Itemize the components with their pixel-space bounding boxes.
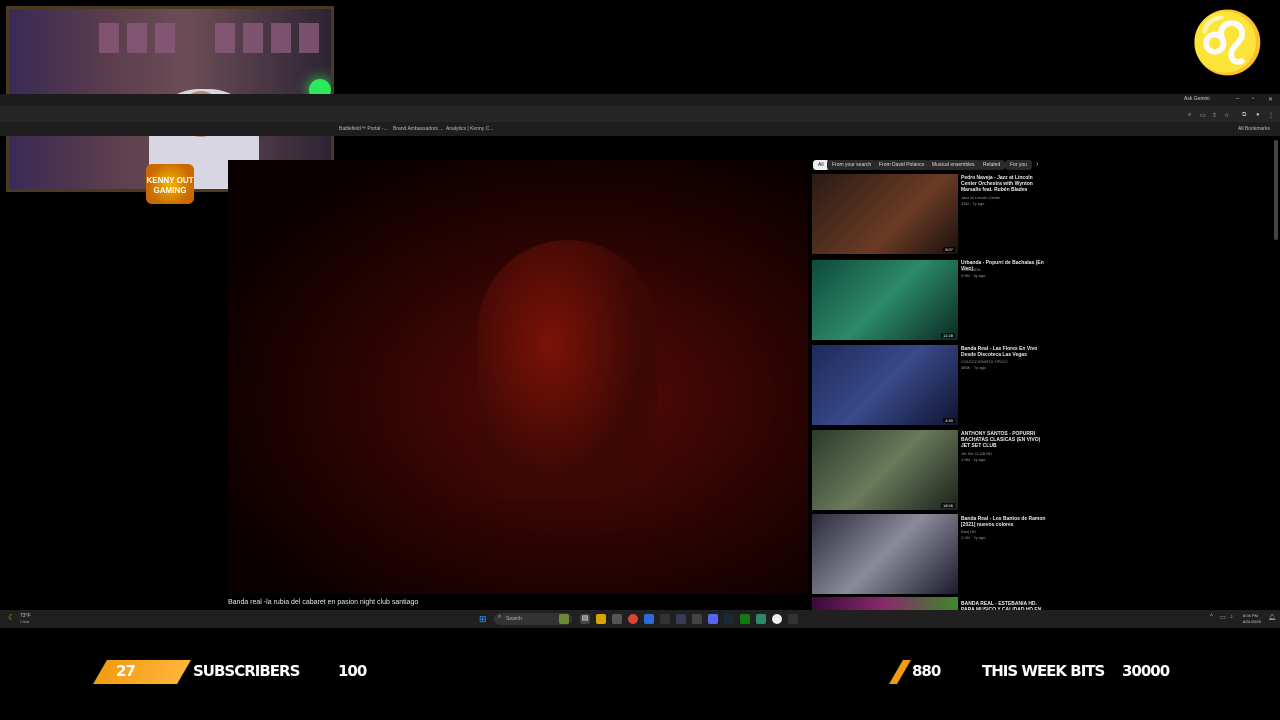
video-player[interactable] [228, 160, 808, 594]
wall-poster [215, 23, 235, 53]
chevron-right-icon[interactable]: › [1036, 161, 1038, 168]
rec-thumbnail[interactable] [812, 514, 958, 594]
rec-thumbnail[interactable]: 18:06 [812, 430, 958, 510]
taskbar-app-icon[interactable] [660, 614, 670, 624]
rec-channel[interactable]: Banj HD [961, 529, 976, 534]
rec-meta: 386K · 7y ago [961, 365, 986, 370]
chip-from-david-polanco[interactable]: From David Polanco [874, 160, 930, 170]
taskbar-app-icon[interactable] [692, 614, 702, 624]
rec-meta: 9.9M · 4y ago [961, 273, 986, 278]
bookmark-item[interactable]: Analytics | Kenny C... [446, 126, 493, 132]
discord-icon[interactable] [708, 614, 718, 624]
file-explorer-icon[interactable] [596, 614, 606, 624]
rec-duration: 18:06 [940, 503, 955, 508]
video-title: Banda real -la rubia del cabaret en pasi… [228, 599, 419, 606]
chip-from-your-search[interactable]: From your search [827, 160, 877, 170]
taskbar-app-icon[interactable] [676, 614, 686, 624]
lion-logo-icon: ♌ [1190, 9, 1265, 76]
share-icon[interactable]: ⇪ [1212, 112, 1217, 119]
wall-poster [243, 23, 263, 53]
taskbar-app-icon[interactable] [612, 614, 622, 624]
bits-label: THIS WEEK BITS [982, 662, 1105, 680]
bits-count: 880 [912, 662, 941, 680]
bits-goal: 30000 [1122, 662, 1170, 680]
notification-icon[interactable]: 🔔︎ [1268, 614, 1276, 621]
weather-icon[interactable]: ☾ [8, 613, 15, 622]
taskbar-app-icon[interactable] [644, 614, 654, 624]
weather-description[interactable]: Clear [20, 619, 30, 624]
rec-channel[interactable]: URBANDA [961, 267, 981, 272]
rec-duration: 4:50 [943, 418, 955, 423]
chrome-icon[interactable] [628, 614, 638, 624]
subscribers-count: 27 [116, 662, 136, 680]
minimize-icon[interactable]: – [1236, 96, 1239, 102]
rec-meta: 1.9M · 1y ago [961, 457, 986, 462]
chip-musical-ensembles[interactable]: Musical ensembles [927, 160, 980, 170]
task-view-icon[interactable]: ▤ [580, 614, 590, 624]
subscribers-goal: 100 [338, 662, 367, 680]
ask-gemini-button[interactable]: Ask Gemini [1184, 96, 1210, 102]
menu-icon[interactable]: ⋮ [1268, 112, 1274, 119]
bits-counter-bar [889, 660, 911, 684]
cast-icon[interactable]: ▭ [1200, 112, 1206, 119]
xbox-icon[interactable] [740, 614, 750, 624]
wall-poster [99, 23, 119, 53]
search-icon: ⌕ [498, 614, 502, 620]
rec-meta: 2.0M · 7y ago [961, 535, 986, 540]
tray-overflow-icon[interactable]: ^ [1210, 614, 1213, 620]
rec-title[interactable]: Banda Real - Las Flores En Vivo Desde Di… [961, 346, 1047, 358]
all-bookmarks-link[interactable]: All Bookmarks [1238, 126, 1270, 132]
rec-thumbnail[interactable] [812, 597, 958, 610]
channel-logo-badge: KENNY OUT GAMING [146, 164, 194, 204]
rec-thumbnail[interactable]: 4:50 [812, 345, 958, 425]
volume-icon[interactable]: ♪ [1230, 614, 1233, 620]
video-frame-singer [478, 240, 658, 500]
close-icon[interactable]: ✕ [1268, 96, 1273, 103]
rec-title[interactable]: BANDA REAL - ESTEBANIA HD. PARA MUSICO Y… [961, 601, 1047, 610]
windows-start-icon[interactable]: ⊞ [479, 614, 489, 624]
rec-title[interactable]: ANTHONY SANTOS - POPURRI BACHATAS CLASIC… [961, 431, 1047, 449]
rec-thumbnail[interactable]: 8:07 [812, 174, 958, 254]
rec-title[interactable]: Pedro Naveja - Jazz at Lincoln Center Or… [961, 175, 1047, 193]
bookmarks-bar [0, 122, 1280, 136]
wall-poster [127, 23, 147, 53]
rec-duration: 8:07 [943, 247, 955, 252]
bookmark-item[interactable]: Battlefield™ Portal -... [339, 126, 388, 132]
wall-poster [271, 23, 291, 53]
taskbar-app-icon[interactable] [788, 614, 798, 624]
maximize-icon[interactable]: ▫ [1252, 96, 1254, 102]
clock-time[interactable]: 8:04 PM [1243, 613, 1258, 618]
extensions-icon[interactable]: ⧉ [1242, 112, 1246, 119]
search-icon[interactable]: ⌕ [1188, 112, 1191, 119]
browser-tab-bar [0, 94, 1280, 106]
subscribers-counter-bar [93, 660, 191, 684]
rec-channel[interactable]: Jet Set CLUB RD [961, 451, 992, 456]
chip-related[interactable]: Related [978, 160, 1006, 170]
chip-for-you[interactable]: For you [1005, 160, 1032, 170]
clock-date[interactable]: 8/31/2025 [1243, 619, 1261, 624]
steam-icon[interactable] [724, 614, 734, 624]
rec-thumbnail[interactable]: 12:28 [812, 260, 958, 340]
profile-icon[interactable]: ● [1256, 112, 1260, 118]
taskbar-app-icon[interactable] [559, 614, 569, 624]
taskbar-app-icon[interactable] [772, 614, 782, 624]
subscribers-label: SUBSCRIBERS [193, 662, 300, 680]
rec-title[interactable]: Banda Real - Los Bantos de Ramon [2021] … [961, 516, 1047, 528]
rec-channel[interactable]: Jazz at Lincoln Center [961, 195, 1001, 200]
bookmark-star-icon[interactable]: ☆ [1224, 112, 1229, 119]
wall-poster [155, 23, 175, 53]
taskbar-app-icon[interactable] [756, 614, 766, 624]
network-icon[interactable]: ▭ [1220, 614, 1226, 621]
address-bar[interactable] [0, 106, 1280, 122]
channel-logo-text: KENNY OUT GAMING [146, 176, 194, 195]
rec-duration: 12:28 [940, 333, 955, 338]
windows-taskbar [0, 610, 1280, 628]
wall-poster [299, 23, 319, 53]
taskbar-search-label: Search [506, 616, 522, 622]
rec-meta: 33M · 7y ago [961, 201, 985, 206]
rec-channel[interactable]: COLECCIONISTA TIPICO [961, 359, 1008, 364]
page-scrollbar[interactable] [1274, 140, 1278, 240]
bookmark-item[interactable]: Brand Ambassadors ... [393, 126, 444, 132]
